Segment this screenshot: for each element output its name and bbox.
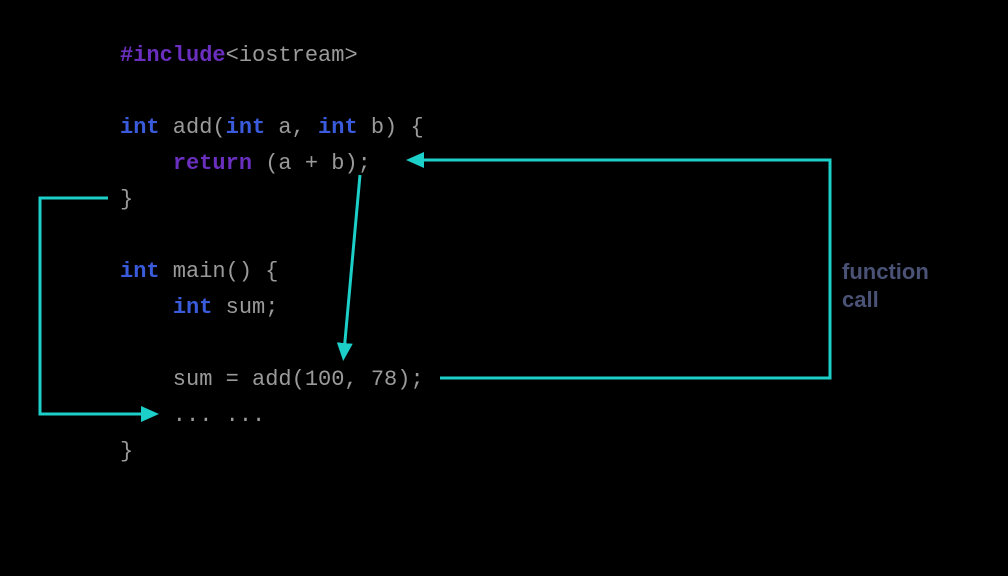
- code-line-5: }: [120, 182, 424, 218]
- code-line-11: ... ...: [120, 398, 424, 434]
- keyword-int: int: [120, 259, 160, 284]
- code-block: #include<iostream> int add(int a, int b)…: [120, 38, 424, 470]
- code-text: sum;: [212, 295, 278, 320]
- keyword-int: int: [318, 115, 358, 140]
- code-indent: [120, 151, 173, 176]
- keyword-int: int: [173, 295, 213, 320]
- code-text: main() {: [160, 259, 279, 284]
- code-line-4: return (a + b);: [120, 146, 424, 182]
- code-indent: [120, 295, 173, 320]
- code-line-blank: [120, 326, 424, 362]
- function-call-label: function call: [842, 258, 929, 314]
- keyword-int: int: [120, 115, 160, 140]
- keyword-int: int: [226, 115, 266, 140]
- arrow-call-to-function: [415, 160, 830, 378]
- keyword-include: #include: [120, 43, 226, 68]
- code-line-12: }: [120, 434, 424, 470]
- code-text: <iostream>: [226, 43, 358, 68]
- code-text: add(: [160, 115, 226, 140]
- code-text: (a + b);: [252, 151, 371, 176]
- label-line-1: function: [842, 258, 929, 286]
- code-text: a,: [265, 115, 318, 140]
- code-line-10: sum = add(100, 78);: [120, 362, 424, 398]
- code-line-8: int sum;: [120, 290, 424, 326]
- code-line-1: #include<iostream>: [120, 38, 424, 74]
- code-line-blank: [120, 218, 424, 254]
- code-line-3: int add(int a, int b) {: [120, 110, 424, 146]
- label-line-2: call: [842, 286, 929, 314]
- keyword-return: return: [173, 151, 252, 176]
- code-line-7: int main() {: [120, 254, 424, 290]
- code-line-blank: [120, 74, 424, 110]
- code-text: b) {: [358, 115, 424, 140]
